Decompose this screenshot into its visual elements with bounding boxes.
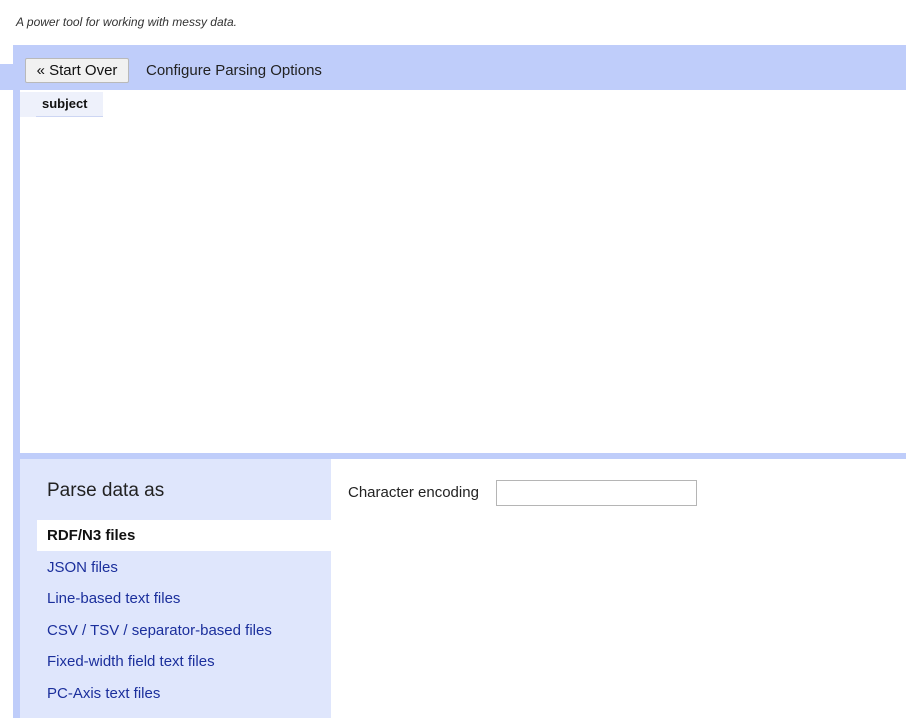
parse-data-as-heading: Parse data as (47, 480, 165, 501)
column-header-subject[interactable]: subject (36, 92, 103, 117)
character-encoding-label: Character encoding (348, 484, 479, 501)
left-rail (13, 45, 20, 718)
format-item-csv-tsv[interactable]: CSV / TSV / separator-based files (37, 615, 331, 646)
format-item-json[interactable]: JSON files (37, 552, 331, 583)
format-item-rdf-n3[interactable]: RDF/N3 files (37, 520, 331, 551)
app-tagline: A power tool for working with messy data… (16, 15, 237, 29)
character-encoding-input[interactable] (496, 480, 697, 506)
column-header-corner (20, 92, 36, 117)
format-item-pc-axis[interactable]: PC-Axis text files (37, 678, 331, 709)
start-over-button[interactable]: « Start Over (25, 58, 129, 83)
page-title: Configure Parsing Options (146, 62, 322, 79)
format-item-line-based[interactable]: Line-based text files (37, 583, 331, 614)
format-item-fixed-width[interactable]: Fixed-width field text files (37, 646, 331, 677)
data-preview-area (20, 90, 906, 453)
